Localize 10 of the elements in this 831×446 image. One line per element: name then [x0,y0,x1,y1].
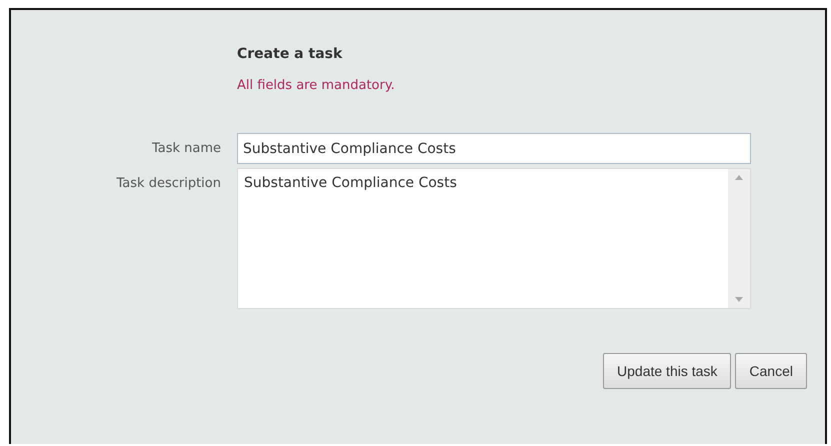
form-title: Create a task [237,46,344,62]
scrollbar[interactable] [728,169,750,308]
update-button[interactable]: Update this task [603,353,732,389]
task-name-field[interactable]: Substantive Compliance Costs [237,133,751,164]
field-label: Task name [152,140,221,158]
mandatory-notice: All fields are mandatory. [237,78,396,93]
scroll-down-icon[interactable] [735,297,743,302]
cancel-button[interactable]: Cancel [735,353,807,389]
field-label: Task description [116,175,221,193]
scroll-up-icon[interactable] [735,175,743,180]
